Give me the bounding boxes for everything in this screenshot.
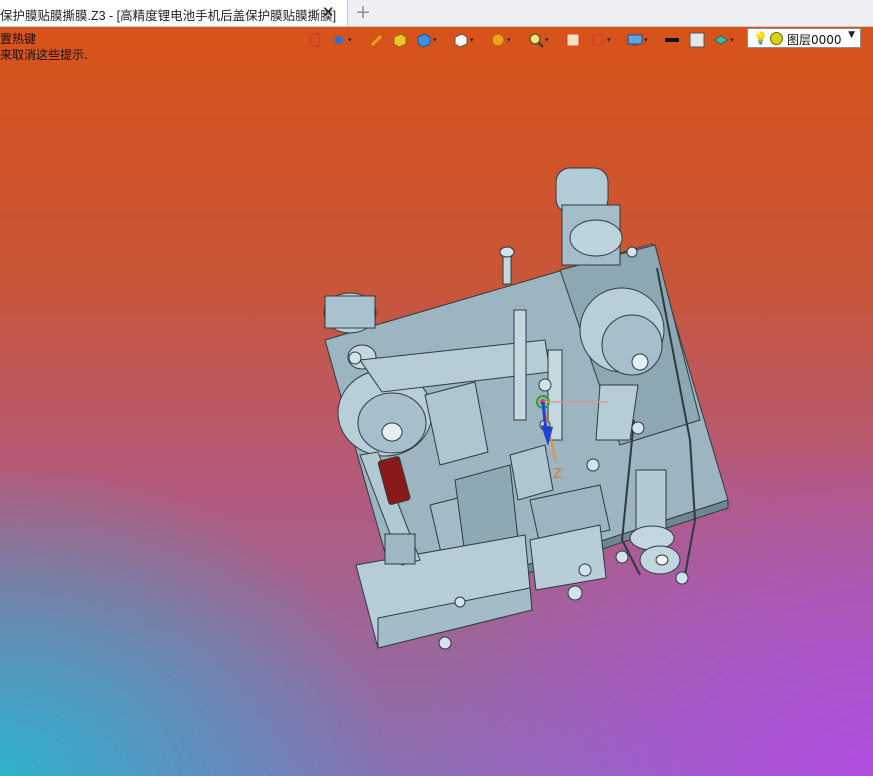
render-button[interactable]: ▾ [490, 30, 511, 50]
display-button[interactable]: ▾ [627, 30, 648, 50]
section-button[interactable] [565, 30, 581, 50]
solid-color-button[interactable] [392, 30, 408, 50]
cube-blue-icon [417, 33, 431, 48]
new-tab-button[interactable]: + [355, 1, 371, 23]
pencil-button[interactable] [369, 30, 385, 50]
cube-white-icon [454, 33, 468, 48]
view-style-icon [333, 35, 345, 45]
measure-button[interactable]: ▾ [590, 30, 611, 50]
close-icon[interactable]: ✕ [322, 3, 335, 21]
layer-select-value: 图层0000 [787, 33, 842, 47]
fill-color-icon [689, 32, 705, 48]
line-color-icon [665, 38, 679, 42]
sun-icon [491, 33, 505, 47]
cad-model[interactable]: Z [0, 27, 873, 776]
exit-icon [308, 33, 320, 47]
layers-button[interactable]: ▾ [713, 30, 734, 50]
z-axis-label: Z [553, 467, 562, 482]
measure-icon [592, 34, 604, 46]
monitor-icon [627, 34, 643, 46]
magnifier-icon [529, 33, 544, 48]
layer-select[interactable]: 💡 图层0000 ▼ [747, 28, 861, 48]
view-style-button[interactable]: ▾ [331, 30, 352, 50]
shaded-button[interactable]: ▾ [416, 30, 437, 50]
layers-icon [713, 35, 729, 45]
layer-color-icon [770, 32, 783, 45]
chevron-down-icon[interactable]: ▼ [848, 30, 855, 40]
line-color-button[interactable] [664, 30, 680, 50]
tab-bar: 保护膜贴膜撕膜.Z3 - [高精度锂电池手机后盖保护膜贴膜撕膜] ✕ + [0, 0, 873, 27]
document-tab[interactable]: 保护膜贴膜撕膜.Z3 - [高精度锂电池手机后盖保护膜贴膜撕膜] ✕ [0, 0, 348, 26]
view-cube-button[interactable]: ▾ [453, 30, 474, 50]
bulb-icon: 💡 [753, 31, 768, 45]
cube-yellow-icon [393, 33, 407, 48]
3d-viewport[interactable]: 置热键 来取消这些提示. Z [0, 27, 873, 776]
fill-color-button[interactable] [689, 30, 705, 50]
zoom-button[interactable]: ▾ [528, 30, 549, 50]
exit-sketch-button[interactable] [307, 30, 323, 50]
pencil-icon [370, 34, 383, 47]
document-tab-title: 保护膜贴膜撕膜.Z3 - [高精度锂电池手机后盖保护膜贴膜撕膜] [0, 9, 337, 23]
section-icon [566, 33, 580, 47]
